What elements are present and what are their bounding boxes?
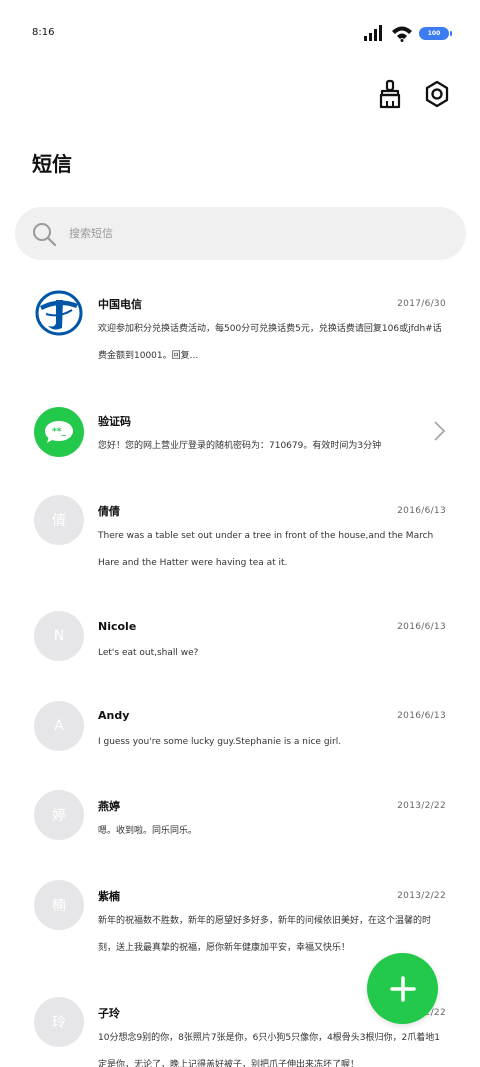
message-preview: Let's eat out,shall we? [98,648,199,658]
settings-button[interactable] [422,78,452,110]
chevron-right-icon [434,421,446,441]
message-date: 2016/6/13 [397,711,446,721]
battery-level: 100 [427,29,441,37]
sender-name: 燕婷 [98,800,120,813]
message-bubble-icon: **_ [45,421,73,443]
svg-text:**_: **_ [52,427,66,437]
avatar [34,288,84,338]
list-item-verification-code[interactable]: **_ 验证码 您好！您的网上营业厅登录的随机密码为：710679。有效时间为3… [0,398,480,478]
message-preview: There was a table set out under a tree i… [98,531,434,568]
message-preview: 欢迎参加积分兑换话费活动，每500分可兑换话费5元，兑换话费请回复106或jfd… [98,324,442,361]
message-preview: 10分想念9别的你，8张照片7张是你，6只小狗5只像你，4根骨头3根归你，2爪着… [98,1033,440,1067]
message-date: 2013/2/22 [397,891,446,901]
clean-button[interactable] [375,78,405,110]
battery-indicator: 100 [419,26,452,40]
sender-name: 验证码 [98,415,131,428]
message-date: 2016/6/13 [397,622,446,632]
settings-icon [425,80,449,108]
list-item-andy[interactable]: A Andy 2016/6/13 I guess you're some luc… [0,701,480,771]
list-item-nicole[interactable]: N Nicole 2016/6/13 Let's eat out,shall w… [0,611,480,681]
sender-name: Nicole [98,620,137,633]
message-preview: 嗯。收到啦。同乐同乐。 [98,826,198,836]
broom-icon [379,79,401,109]
list-item-china-telecom[interactable]: 中国电信 2017/6/30 欢迎参加积分兑换话费活动，每500分可兑换话费5元… [0,286,480,386]
top-actions [375,78,452,110]
status-time: 8:16 [32,27,55,38]
message-date: 2013/2/22 [397,801,446,811]
message-date: 2017/6/30 [397,299,446,309]
avatar: 倩 [34,495,84,545]
avatar: A [34,701,84,751]
search-bar[interactable] [15,207,466,260]
status-icons: 100 [363,24,452,42]
plus-icon [389,975,416,1002]
sender-name: 中国电信 [98,298,142,311]
list-item-yanting[interactable]: 婷 燕婷 2013/2/22 嗯。收到啦。同乐同乐。 [0,790,480,860]
wifi-icon [392,26,412,42]
message-preview: I guess you're some lucky guy.Stephanie … [98,737,342,747]
page-title: 短信 [32,152,72,176]
search-input[interactable] [69,227,429,240]
status-bar: 8:16 100 [0,0,480,66]
list-item-qianqian[interactable]: 倩 倩倩 2016/6/13 There was a table set out… [0,495,480,595]
avatar: 玲 [34,997,84,1047]
search-icon [33,222,57,246]
message-preview: 您好！您的网上营业厅登录的随机密码为：710679。有效时间为3分钟 [98,441,382,451]
avatar: 楠 [34,880,84,930]
avatar: N [34,611,84,661]
sender-name: 子玲 [98,1007,120,1020]
avatar: 婷 [34,790,84,840]
china-telecom-logo [35,290,83,336]
signal-icon [364,25,382,41]
message-date: 2016/6/13 [397,506,446,516]
sender-name: 倩倩 [98,505,120,518]
avatar: **_ [34,407,84,457]
new-message-button[interactable] [367,953,438,1024]
sender-name: Andy [98,709,130,722]
sender-name: 紫楠 [98,890,120,903]
